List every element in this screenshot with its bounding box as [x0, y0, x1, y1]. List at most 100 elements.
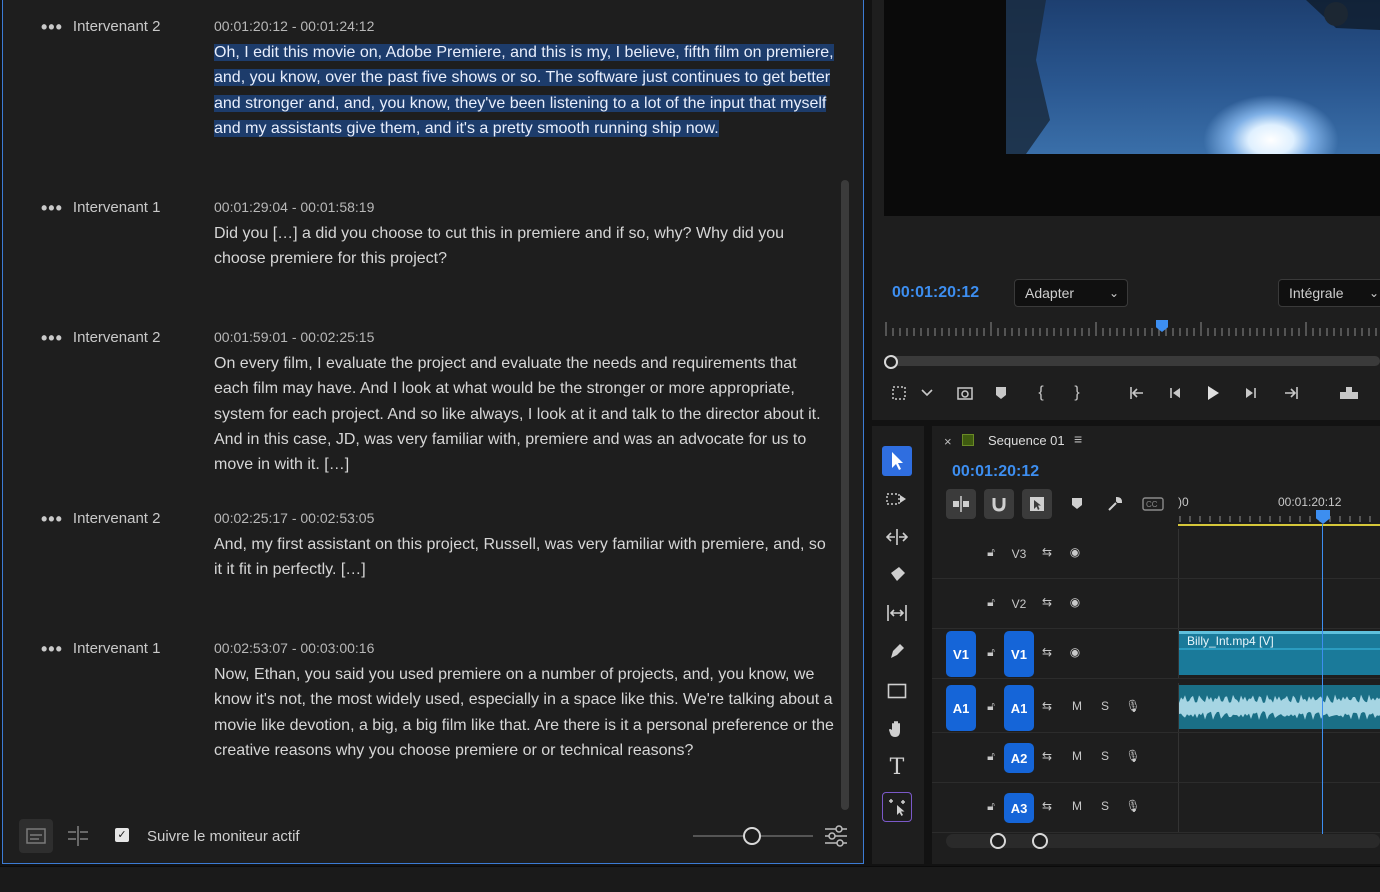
panel-menu-icon[interactable]: ≡	[1074, 431, 1082, 447]
close-icon[interactable]: ×	[944, 434, 952, 449]
split-segment-button[interactable]	[61, 819, 95, 853]
follow-monitor-checkbox[interactable]: ✓	[115, 828, 129, 842]
lock-icon[interactable]: 🔓︎	[982, 749, 1000, 764]
audio-clip[interactable]	[1179, 685, 1380, 729]
mark-out-button[interactable]: }	[1064, 380, 1090, 406]
solo-button[interactable]: S	[1096, 699, 1114, 713]
playback-resolution-dropdown[interactable]: Intégrale ⌄	[1278, 279, 1380, 307]
transcript-text[interactable]: And, my first assistant on this project,…	[214, 532, 834, 583]
track-name[interactable]: V2	[1004, 591, 1034, 617]
play-button[interactable]	[1200, 380, 1226, 406]
microphone-icon[interactable]: 🎙︎	[1124, 799, 1142, 813]
settings-menu-button[interactable]	[914, 380, 940, 406]
microphone-icon[interactable]: 🎙︎	[1124, 699, 1142, 713]
eye-icon[interactable]: ◉	[1066, 645, 1084, 659]
lock-icon[interactable]: 🔓︎	[982, 799, 1000, 814]
sync-lock-icon[interactable]: ⇆	[1038, 749, 1056, 763]
eye-icon[interactable]: ◉	[1066, 545, 1084, 559]
sync-lock-icon[interactable]: ⇆	[1038, 545, 1056, 559]
track-target-a1[interactable]: A1	[1004, 685, 1034, 731]
playhead-timecode[interactable]: 00:01:20:12	[892, 284, 979, 302]
track-target-v1[interactable]: V1	[1004, 631, 1034, 677]
more-options-icon[interactable]: •••	[41, 510, 63, 528]
solo-button[interactable]: S	[1096, 799, 1114, 813]
track-name[interactable]: V3	[1004, 541, 1034, 567]
export-frame-button[interactable]	[952, 380, 978, 406]
track-lane[interactable]	[1178, 683, 1380, 732]
lock-icon[interactable]: 🔓︎	[982, 645, 1000, 660]
track-lane[interactable]: Billy_Int.mp4 [V]	[1178, 629, 1380, 678]
speaker[interactable]: ••• Intervenant 1	[41, 199, 160, 217]
timeline-horizontal-scrollbar[interactable]	[946, 834, 1380, 848]
timeline-settings-button[interactable]	[1100, 489, 1130, 519]
step-forward-button[interactable]	[1238, 380, 1264, 406]
rectangle-tool[interactable]	[882, 676, 912, 706]
step-back-button[interactable]	[1162, 380, 1188, 406]
more-options-icon[interactable]: •••	[41, 640, 63, 658]
track-lane[interactable]	[1178, 733, 1380, 782]
eye-icon[interactable]: ◉	[1066, 595, 1084, 609]
track-target-a2[interactable]: A2	[1004, 743, 1034, 773]
add-marker-button[interactable]	[988, 380, 1014, 406]
transcript-scrollbar[interactable]	[841, 180, 849, 810]
scroll-handle-right[interactable]	[1032, 833, 1048, 849]
go-to-out-button[interactable]	[1278, 380, 1304, 406]
safe-margins-button[interactable]	[886, 380, 912, 406]
speaker[interactable]: ••• Intervenant 2	[41, 510, 160, 528]
zoom-slider-knob[interactable]	[743, 827, 761, 845]
monitor-scrub-bar[interactable]	[884, 356, 1380, 366]
mute-button[interactable]: M	[1068, 799, 1086, 813]
more-options-icon[interactable]: •••	[41, 199, 63, 217]
source-patch-v1[interactable]: V1	[946, 631, 976, 677]
lock-icon[interactable]: 🔓︎	[982, 699, 1000, 714]
microphone-icon[interactable]: 🎙︎	[1124, 749, 1142, 763]
speaker[interactable]: ••• Intervenant 2	[41, 18, 160, 36]
linked-selection-button[interactable]	[1022, 489, 1052, 519]
mute-button[interactable]: M	[1068, 749, 1086, 763]
track-lane[interactable]	[1178, 529, 1380, 578]
snap-button[interactable]	[984, 489, 1014, 519]
lock-icon[interactable]: 🔓︎	[982, 545, 1000, 560]
timeline-time-ruler[interactable]: )0 00:01:20:12	[1178, 492, 1380, 526]
track-target-a3[interactable]: A3	[1004, 793, 1034, 823]
mark-in-button[interactable]: {	[1028, 380, 1054, 406]
speaker[interactable]: ••• Intervenant 2	[41, 329, 160, 347]
transcript-settings-button[interactable]	[823, 824, 849, 848]
timeline-timecode[interactable]: 00:01:20:12	[952, 463, 1039, 481]
ripple-edit-tool[interactable]	[882, 522, 912, 552]
sync-lock-icon[interactable]: ⇆	[1038, 699, 1056, 713]
go-to-in-button[interactable]	[1124, 380, 1150, 406]
lock-icon[interactable]: 🔓︎	[982, 595, 1000, 610]
more-options-icon[interactable]: •••	[41, 18, 63, 36]
sync-lock-icon[interactable]: ⇆	[1038, 799, 1056, 813]
type-tool[interactable]: T	[882, 752, 912, 782]
mute-button[interactable]: M	[1068, 699, 1086, 713]
speaker[interactable]: ••• Intervenant 1	[41, 640, 160, 658]
track-select-tool[interactable]	[882, 484, 912, 514]
add-marker-button[interactable]	[1062, 489, 1092, 519]
zoom-level-dropdown[interactable]: Adapter ⌄	[1014, 279, 1128, 307]
razor-tool[interactable]	[882, 560, 912, 590]
work-area-bar[interactable]	[1178, 524, 1380, 526]
track-lane[interactable]	[1178, 783, 1380, 832]
smart-tool[interactable]	[882, 792, 912, 822]
insert-nest-button[interactable]	[946, 489, 976, 519]
sequence-tab[interactable]: Sequence 01	[988, 433, 1065, 448]
track-lane[interactable]	[1178, 579, 1380, 628]
sync-lock-icon[interactable]: ⇆	[1038, 645, 1056, 659]
video-viewer[interactable]	[884, 0, 1380, 216]
captions-track-button[interactable]: CC	[1138, 489, 1168, 519]
pen-tool[interactable]	[882, 636, 912, 666]
more-options-icon[interactable]: •••	[41, 329, 63, 347]
source-patch-a1[interactable]: A1	[946, 685, 976, 731]
monitor-time-ruler[interactable]	[884, 320, 1380, 340]
transcript-text[interactable]: On every film, I evaluate the project an…	[214, 351, 834, 477]
solo-button[interactable]: S	[1096, 749, 1114, 763]
hand-tool[interactable]	[882, 714, 912, 744]
transcript-text[interactable]: Oh, I edit this movie on, Adobe Premiere…	[214, 40, 834, 141]
selected-text[interactable]: Oh, I edit this movie on, Adobe Premiere…	[214, 44, 834, 137]
captions-view-button[interactable]	[19, 819, 53, 853]
transcript-text[interactable]: Now, Ethan, you said you used premiere o…	[214, 662, 834, 763]
lift-button[interactable]	[1336, 380, 1362, 406]
slip-tool[interactable]	[882, 598, 912, 628]
